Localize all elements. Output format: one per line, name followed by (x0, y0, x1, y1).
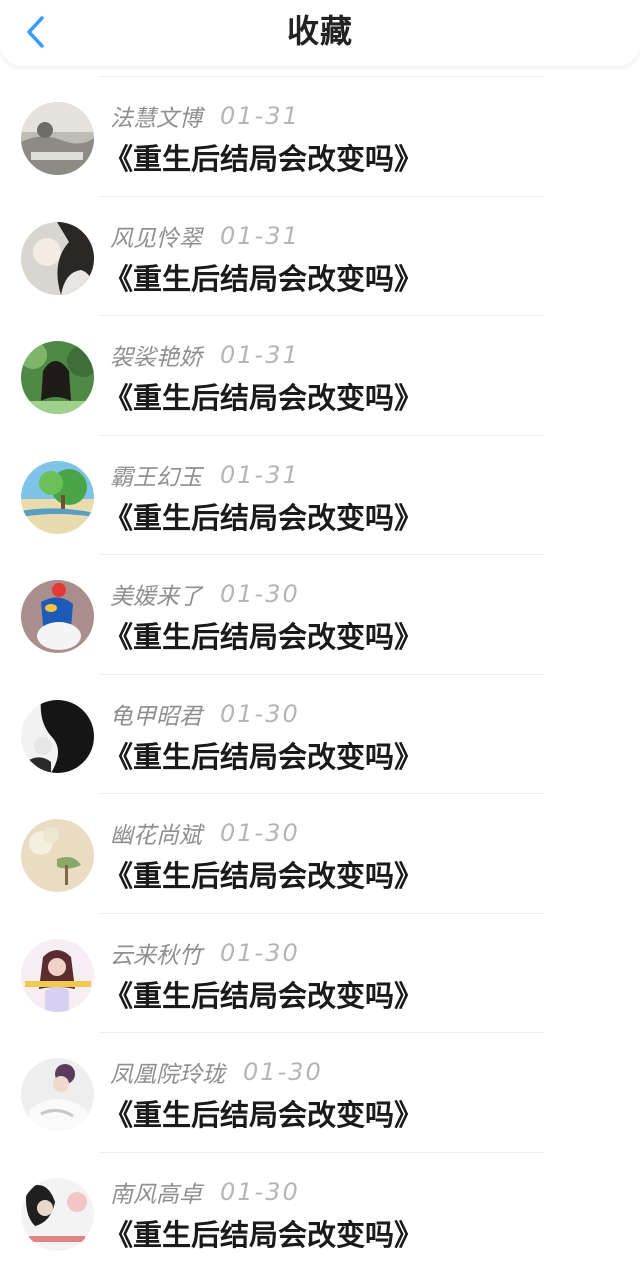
list-item[interactable]: 云来秋竹 01-30 《重生后结局会改变吗》 (0, 913, 640, 1033)
date-label: 01-31 (220, 341, 300, 369)
avatar[interactable] (21, 341, 94, 414)
user-name: 袈裟艳娇 (110, 338, 202, 372)
top-bar: 收藏 (0, 0, 640, 66)
user-name: 南风高卓 (110, 1175, 202, 1209)
date-label: 01-30 (220, 939, 300, 967)
avatar[interactable] (21, 700, 94, 773)
user-name: 风见怜翠 (110, 219, 202, 253)
user-name: 霸王幻玉 (110, 458, 202, 492)
list-item[interactable]: 霸王幻玉 01-31 《重生后结局会改变吗》 (0, 435, 640, 555)
list-item[interactable]: 凤凰院玲珑 01-30 《重生后结局会改变吗》 (0, 1032, 640, 1152)
list-item[interactable]: 法慧文博 01-31 《重生后结局会改变吗》 (0, 76, 640, 196)
post-title[interactable]: 《重生后结局会改变吗》 (104, 853, 423, 895)
date-label: 01-31 (220, 461, 300, 489)
post-title[interactable]: 《重生后结局会改变吗》 (104, 136, 423, 178)
date-label: 01-30 (220, 819, 300, 847)
date-label: 01-30 (220, 1178, 300, 1206)
post-title[interactable]: 《重生后结局会改变吗》 (104, 1092, 423, 1134)
post-title[interactable]: 《重生后结局会改变吗》 (104, 1212, 423, 1254)
user-name: 美媛来了 (110, 577, 202, 611)
list-item[interactable]: 龟甲昭君 01-30 《重生后结局会改变吗》 (0, 674, 640, 794)
post-title[interactable]: 《重生后结局会改变吗》 (104, 495, 423, 537)
post-title[interactable]: 《重生后结局会改变吗》 (104, 734, 423, 776)
avatar[interactable] (21, 1178, 94, 1251)
list-item[interactable]: 幽花尚斌 01-30 《重生后结局会改变吗》 (0, 793, 640, 913)
list-item[interactable]: 袈裟艳娇 01-31 《重生后结局会改变吗》 (0, 315, 640, 435)
avatar[interactable] (21, 819, 94, 892)
user-name: 云来秋竹 (110, 936, 202, 970)
post-title[interactable]: 《重生后结局会改变吗》 (104, 256, 423, 298)
avatar[interactable] (21, 1058, 94, 1131)
date-label: 01-30 (220, 700, 300, 728)
post-title[interactable]: 《重生后结局会改变吗》 (104, 375, 423, 417)
post-title[interactable]: 《重生后结局会改变吗》 (104, 614, 423, 656)
avatar[interactable] (21, 580, 94, 653)
avatar[interactable] (21, 222, 94, 295)
date-label: 01-30 (220, 580, 300, 608)
user-name: 幽花尚斌 (110, 816, 202, 850)
date-label: 01-31 (220, 102, 300, 130)
user-name: 龟甲昭君 (110, 697, 202, 731)
post-title[interactable]: 《重生后结局会改变吗》 (104, 973, 423, 1015)
avatar[interactable] (21, 939, 94, 1012)
page-title: 收藏 (0, 0, 640, 66)
avatar[interactable] (21, 102, 94, 175)
favorites-list: 法慧文博 01-31 《重生后结局会改变吗》 风见怜翠 01-31 《重生后结局… (0, 76, 640, 1271)
user-name: 法慧文博 (110, 99, 202, 133)
avatar[interactable] (21, 461, 94, 534)
list-item[interactable]: 南风高卓 01-30 《重生后结局会改变吗》 (0, 1152, 640, 1271)
list-item[interactable]: 风见怜翠 01-31 《重生后结局会改变吗》 (0, 196, 640, 316)
date-label: 01-30 (243, 1058, 323, 1086)
user-name: 凤凰院玲珑 (110, 1055, 225, 1089)
list-item[interactable]: 美媛来了 01-30 《重生后结局会改变吗》 (0, 554, 640, 674)
date-label: 01-31 (220, 222, 300, 250)
